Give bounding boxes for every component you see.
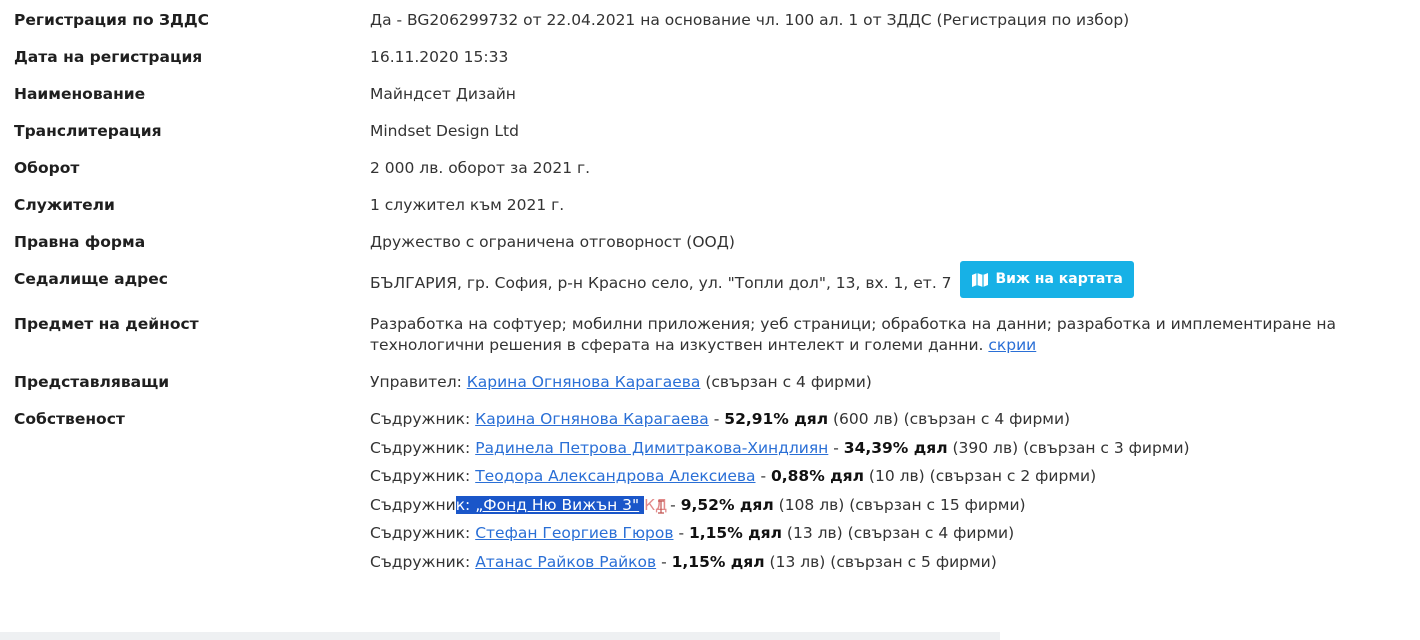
owner-share: 9,52% дял [680,495,774,514]
value-activity: Разработка на софтуер; мобилни приложени… [370,315,1337,354]
value-legal-form: Дружество с ограничена отговорност (ООД) [370,233,735,251]
owner-note: (свързан с 4 фирми) [903,410,1071,428]
text-cursor-icon [657,495,665,514]
value-ownership: Съдружник: Карина Огнянова Карагаева - 5… [370,403,1410,587]
owners-list: Съдружник: Карина Огнянова Карагаева - 5… [370,405,1410,577]
label-reg-date: Дата на регистрация [14,48,203,66]
owner-note: (свързан с 5 фирми) [830,552,997,571]
company-info-table: Регистрация по ЗДДС Да - BG206299732 от … [0,4,1410,587]
value-representatives: Управител: Карина Огнянова Карагаева (св… [370,366,1410,403]
owner-role: Съдружник: [370,410,471,428]
owner-name-link[interactable]: Атанас Райков Райков [475,553,656,571]
value-reg-date: 16.11.2020 15:33 [370,48,509,66]
label-turnover: Оборот [14,159,80,177]
rep-person-link[interactable]: Карина Огнянова Карагаева [467,373,701,391]
owner-amount: (108 лв) [778,495,845,514]
owner-note: (свързан с 4 фирми) [847,524,1015,543]
value-address: БЪЛГАРИЯ, гр. София, р-н Красно село, ул… [370,274,952,292]
value-employees: 1 служител към 2021 г. [370,196,565,214]
value-turnover: 2 000 лв. оборот за 2021 г. [370,159,591,177]
row-reg-date: Дата на регистрация 16.11.2020 15:33 [0,41,1410,78]
value-address-cell: БЪЛГАРИЯ, гр. София, р-н Красно село, ул… [370,261,1410,308]
owner-amount: (10 лв) [868,467,925,486]
owner-role: Съдружник: [370,438,471,457]
row-translit: Транслитерация Mindset Design Ltd [0,115,1410,152]
row-ownership: Собственост Съдружник: Карина Огнянова К… [0,403,1410,587]
label-legal-form: Правна форма [14,233,146,251]
owner-note: (свързан с 2 фирми) [929,467,1097,486]
owner-name-link[interactable]: Карина Огнянова Карагаева [475,410,709,428]
row-employees: Служители 1 служител към 2021 г. [0,189,1410,226]
owner-amount: (600 лв) [833,410,899,428]
row-address: Седалище адрес БЪЛГАРИЯ, гр. София, р-н … [0,261,1410,308]
label-representatives: Представляващи [14,373,170,391]
owner-name-link[interactable]: Теодора Александрова Алексиева [475,467,755,485]
owner-note: (свързан с 15 фирми) [849,495,1026,514]
text-selection: к: „Фонд Ню Вижън 3" [455,495,645,514]
rep-role: Управител: [370,373,462,391]
hide-link[interactable]: скрии [988,336,1036,354]
label-vat: Регистрация по ЗДДС [14,11,210,29]
owner-share: 52,91% дял [724,410,829,428]
owner-name-link[interactable]: „Фонд Ню Вижън 3" [475,496,639,514]
value-vat: Да - BG206299732 от 22.04.2021 на основа… [370,11,1130,29]
owner-share: 1,15% дял [688,524,782,543]
separator: - [760,467,767,486]
owner-role-selected: к: [455,495,471,514]
separator: - [833,438,839,457]
owner-amount: (13 лв) [769,552,826,571]
owner-role: Съдружник: [370,467,471,486]
separator: - [661,552,667,571]
owner-item: Съдружник: Стефан Георгиев Гюров - 1,15%… [370,519,1410,548]
label-activity: Предмет на дейност [14,315,199,333]
separator: - [678,524,685,543]
owner-item: Съдружник: Атанас Райков Райков - 1,15% … [370,548,1410,577]
owner-item: Съдружник: Теодора Александрова Алексиев… [370,462,1410,491]
owner-name-link[interactable]: Радинела Петрова Димитракова-Хиндлиян [475,439,828,457]
label-name: Наименование [14,85,146,103]
horizontal-scrollbar[interactable] [0,632,1000,640]
value-activity-cell: Разработка на софтуер; мобилни приложени… [370,308,1410,366]
map-icon [971,272,989,288]
separator: - [713,410,720,428]
owner-amount: (390 лв) [952,438,1019,457]
view-on-map-button[interactable]: Виж на картата [960,261,1134,298]
row-turnover: Оборот 2 000 лв. оборот за 2021 г. [0,152,1410,189]
owner-amount: (13 лв) [786,524,843,543]
row-vat: Регистрация по ЗДДС Да - BG206299732 от … [0,4,1410,41]
label-ownership: Собственост [14,410,125,428]
company-info-page: Регистрация по ЗДДС Да - BG206299732 от … [0,0,1420,640]
row-name: Наименование Майндсет Дизайн [0,78,1410,115]
rep-note: (свързан с 4 фирми) [705,373,872,391]
owner-share: 34,39% дял [843,438,948,457]
owner-role-prefix: Съдружни [370,495,456,514]
label-address: Седалище адрес [14,270,168,288]
owner-share: 1,15% дял [671,552,765,571]
owner-role: Съдружник: [370,524,471,543]
row-activity: Предмет на дейност Разработка на софтуер… [0,308,1410,366]
owner-item: Съдружник: Радинела Петрова Димитракова-… [370,434,1410,463]
row-legal-form: Правна форма Дружество с ограничена отго… [0,226,1410,263]
label-employees: Служители [14,196,115,214]
value-translit: Mindset Design Ltd [370,122,519,140]
view-on-map-label: Виж на картата [995,271,1123,287]
owner-name-link[interactable]: Стефан Георгиев Гюров [475,524,673,542]
separator: - [670,495,676,514]
owner-role: Съдружник: [370,552,471,571]
owner-share: 0,88% дял [770,467,864,486]
owner-item-selected: Съдружник: „Фонд Ню Вижън 3" КД - 9,52% … [370,491,1410,520]
label-translit: Транслитерация [14,122,162,140]
value-name: Майндсет Дизайн [370,85,516,103]
owner-note: (свързан с 3 фирми) [1023,438,1190,457]
row-representatives: Представляващи Управител: Карина Огнянов… [0,366,1410,403]
owner-item: Съдружник: Карина Огнянова Карагаева - 5… [370,405,1410,434]
